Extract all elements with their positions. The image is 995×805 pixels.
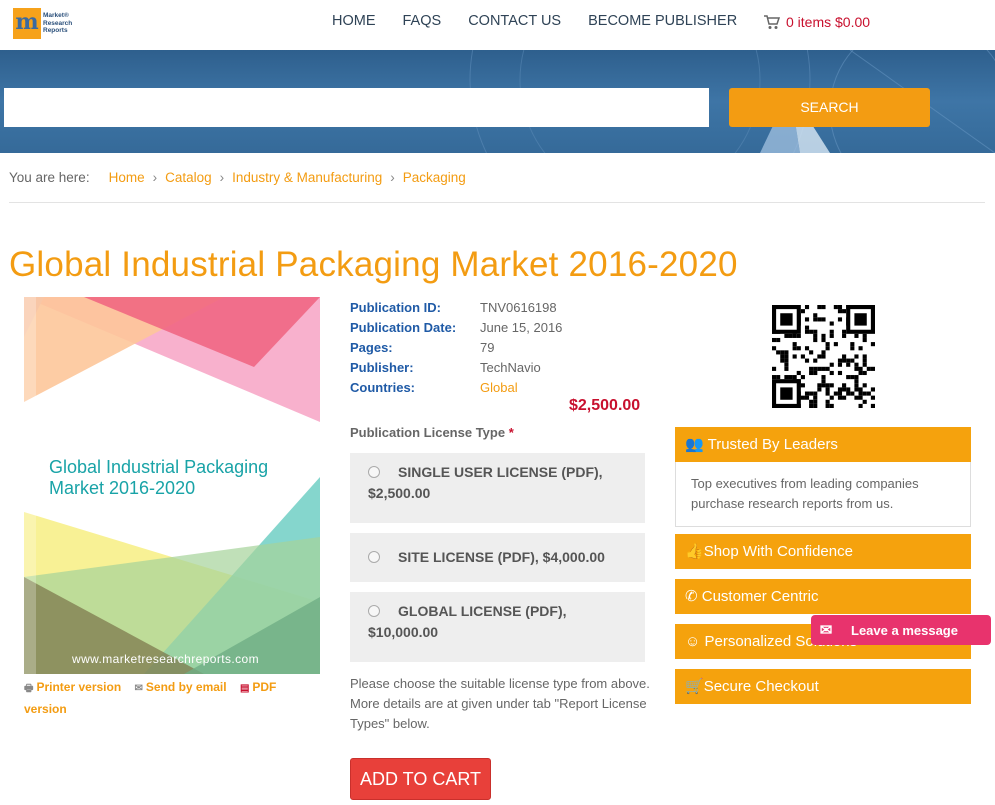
license-option-global[interactable]: GLOBAL LICENSE (PDF), $10,000.00: [350, 592, 645, 662]
divider: [9, 202, 985, 203]
envelope-icon: ✉: [819, 622, 833, 639]
breadcrumb: You are here: Home › Catalog › Industry …: [9, 170, 466, 185]
nav-become-publisher[interactable]: BECOME PUBLISHER: [588, 13, 737, 29]
leave-message-widget[interactable]: ✉ Leave a message: [811, 615, 991, 645]
cart-icon: [764, 14, 780, 29]
license-type-label: Publication License Type *: [350, 425, 514, 440]
search-button[interactable]: SEARCH: [729, 88, 930, 127]
meta-key: Publication Date:: [350, 320, 457, 335]
trusted-by-leaders-header: 👥 Trusted By Leaders: [675, 427, 971, 462]
search-input[interactable]: [4, 88, 709, 127]
breadcrumb-industry[interactable]: Industry & Manufacturing: [232, 170, 382, 185]
nav-home[interactable]: HOME: [332, 13, 376, 29]
email-icon: ✉: [134, 683, 143, 694]
customer-centric[interactable]: ✆ Customer Centric: [675, 579, 971, 614]
search-banner: SEARCH: [0, 50, 995, 153]
cart-link[interactable]: 0 items $0.00: [763, 14, 870, 30]
shop-with-confidence[interactable]: 👍Shop With Confidence: [675, 534, 971, 569]
publisher: TechNavio: [480, 360, 541, 375]
nav-faqs[interactable]: FAQS: [403, 13, 442, 29]
report-actions: 🖶 Printer version ✉ Send by email ▤ PDF vers…: [24, 677, 324, 719]
logo-text: Market® Research Reports: [43, 12, 73, 35]
breadcrumb-prefix: You are here:: [9, 170, 90, 185]
add-to-cart-button[interactable]: ADD TO CART: [350, 758, 491, 800]
meta-key: Countries:: [350, 380, 415, 395]
meta-key: Publisher:: [350, 360, 414, 375]
license-option-site[interactable]: SITE LICENSE (PDF), $4,000.00: [350, 533, 645, 582]
printer-version-link[interactable]: Printer version: [36, 680, 121, 694]
cover-url: www.marketresearchreports.com: [72, 652, 259, 666]
breadcrumb-home[interactable]: Home: [109, 170, 145, 185]
trusted-by-leaders-body: Top executives from leading companies pu…: [675, 462, 971, 527]
report-cover-image: Global Industrial Packaging Market 2016-…: [24, 297, 320, 674]
chevron-right-icon: ›: [152, 170, 158, 185]
page-title: Global Industrial Packaging Market 2016-…: [9, 245, 738, 284]
thumbs-up-icon: 👍: [685, 543, 704, 560]
chevron-right-icon: ›: [219, 170, 225, 185]
license-help-text: Please choose the suitable license type …: [350, 676, 650, 731]
publication-details: Publication ID: TNV0616198 Publication Da…: [350, 298, 562, 398]
radio-single-user[interactable]: [368, 466, 380, 478]
send-by-email-link[interactable]: Send by email: [146, 680, 227, 694]
price: $2,500.00: [569, 397, 641, 414]
publication-date: June 15, 2016: [480, 320, 563, 335]
meta-key: Pages:: [350, 340, 393, 355]
breadcrumb-catalog[interactable]: Catalog: [165, 170, 212, 185]
license-option-single-user[interactable]: SINGLE USER LICENSE (PDF), $2,500.00: [350, 453, 645, 523]
publication-id: TNV0616198: [480, 300, 557, 315]
radio-global[interactable]: [368, 605, 380, 617]
cart-summary: 0 items $0.00: [786, 14, 871, 30]
countries-link[interactable]: Global: [480, 378, 518, 398]
nav-contact-us[interactable]: CONTACT US: [468, 13, 561, 29]
meta-key: Publication ID:: [350, 300, 441, 315]
pages-count: 79: [480, 340, 495, 355]
radio-site[interactable]: [368, 551, 380, 563]
breadcrumb-packaging[interactable]: Packaging: [403, 170, 466, 185]
users-icon: 👥: [685, 436, 704, 453]
printer-icon: 🖶: [24, 683, 34, 694]
secure-checkout[interactable]: 🛒Secure Checkout: [675, 669, 971, 704]
logo-mark: m: [13, 8, 41, 39]
cover-title: Global Industrial Packaging Market 2016-…: [49, 457, 269, 498]
main-nav: HOME FAQS CONTACT US BECOME PUBLISHER: [332, 13, 764, 29]
chevron-right-icon: ›: [390, 170, 395, 185]
trusted-by-leaders-panel: 👥 Trusted By Leaders Top executives from…: [675, 427, 971, 527]
phone-icon: ✆: [685, 588, 698, 605]
pdf-icon: ▤: [239, 683, 250, 694]
site-logo[interactable]: m Market® Research Reports: [13, 8, 72, 39]
qr-code-image: [772, 305, 875, 408]
cart-icon: 🛒: [685, 678, 704, 695]
smile-icon: ☺: [685, 633, 701, 650]
